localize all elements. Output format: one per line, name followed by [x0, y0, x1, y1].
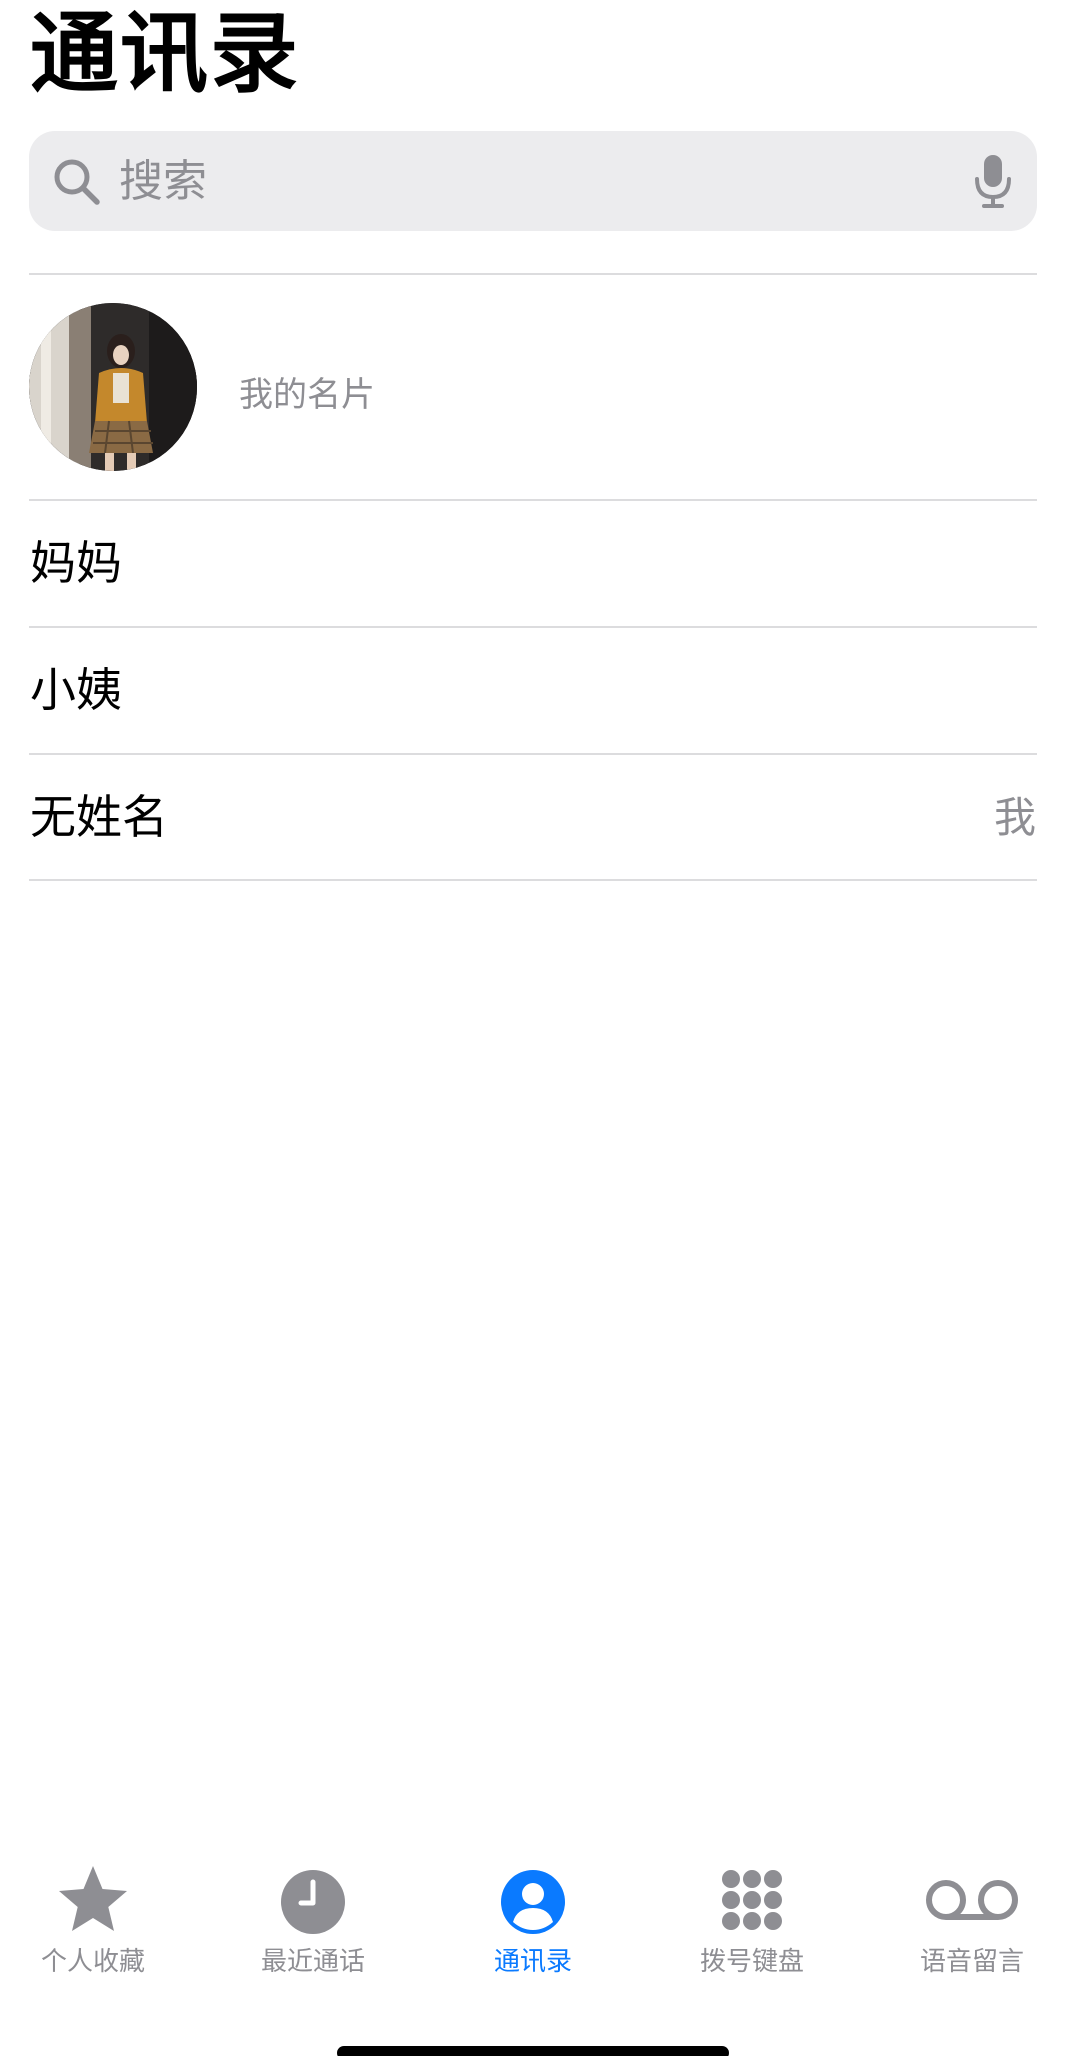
divider — [29, 879, 1037, 881]
me-badge: 我 — [993, 793, 1036, 842]
tab-label: 通讯录 — [493, 1947, 572, 1977]
contact-name: 无姓名 — [30, 790, 168, 844]
tab-label: 拨号键盘 — [699, 1947, 804, 1977]
my-card-row[interactable]: 我的名片 — [0, 275, 1065, 500]
star-icon — [59, 1866, 127, 1931]
contact-name: 小姨 — [30, 663, 122, 717]
contact-row[interactable]: 无姓名 我 — [0, 755, 1065, 880]
home-indicator[interactable] — [337, 2046, 729, 2056]
avatar — [29, 303, 197, 471]
search-bar[interactable] — [29, 131, 1037, 231]
contact-name: 妈妈 — [30, 536, 122, 590]
tab-bar: 个人收藏 最近通话 通讯录 拨号键盘 语音留言 — [0, 1860, 1065, 2056]
person-circle-icon — [501, 1870, 565, 1934]
search-input[interactable] — [119, 145, 959, 217]
my-card-label: 我的名片 — [239, 375, 375, 415]
tab-keypad[interactable]: 拨号键盘 — [662, 1860, 842, 1990]
avatar-photo — [29, 303, 197, 471]
keypad-icon — [722, 1870, 782, 1930]
tab-favorites[interactable]: 个人收藏 — [3, 1860, 183, 1990]
contact-row[interactable]: 小姨 — [0, 628, 1065, 753]
page-title: 通讯录 — [30, 2, 301, 105]
contacts-screen: 通讯录 搜索 我的名片 妈妈 小姨 无姓名 我 个人收藏 最近通话 通讯录 拨号… — [0, 0, 1065, 2056]
tab-label: 个人收藏 — [40, 1947, 145, 1977]
tab-recents[interactable]: 最近通话 — [223, 1860, 403, 1990]
tab-contacts[interactable]: 通讯录 — [443, 1860, 623, 1990]
voicemail-icon — [926, 1880, 1018, 1920]
microphone-icon[interactable] — [973, 153, 1013, 209]
contact-row[interactable]: 妈妈 — [0, 501, 1065, 626]
tab-label: 最近通话 — [260, 1947, 365, 1977]
search-icon — [54, 159, 100, 205]
tab-voicemail[interactable]: 语音留言 — [882, 1860, 1062, 1990]
tab-label: 语音留言 — [919, 1947, 1024, 1977]
clock-icon — [281, 1870, 345, 1934]
